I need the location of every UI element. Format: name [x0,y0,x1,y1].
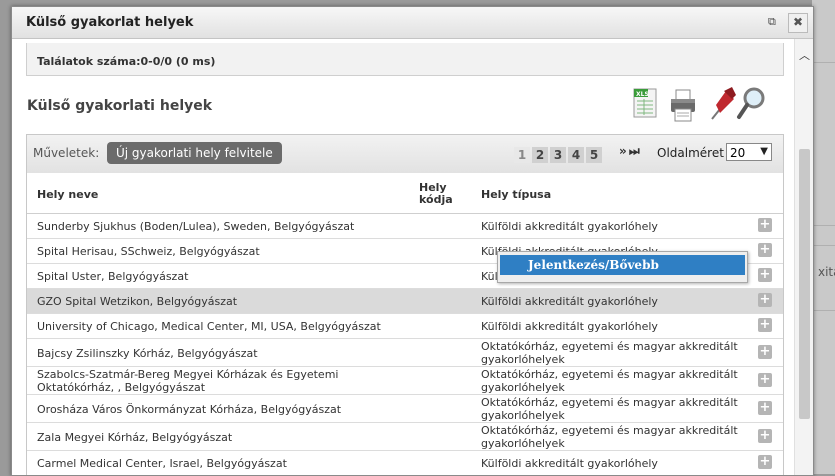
page-3-button[interactable]: 3 [550,147,566,163]
table-row[interactable]: Orosháza Város Önkormányzat Kórháza, Bel… [27,395,783,423]
header-name[interactable]: Hely neve [37,188,98,201]
excel-export-icon[interactable]: XLS [631,85,661,125]
cell-type: Oktatókórház, egyetemi és magyar akkredi… [481,340,738,366]
page-2-button[interactable]: 2 [532,147,548,163]
next-last-page-icon[interactable]: » ⏭ [619,144,640,159]
expand-icon[interactable]: + [758,268,772,282]
table-header: Hely neve Hely kódja Hely típusa [27,173,783,214]
cell-name: Spital Uster, Belgyógyászat [37,270,189,283]
grid-toolbar: Műveletek: Új gyakorlati hely felvitele … [27,135,783,174]
cell-name: Szabolcs-Szatmár-Bereg Megyei Kórházak é… [37,368,339,394]
cell-type: Külföldi akkreditált gyakorlóhely [481,457,658,470]
results-count: Találatok száma:0-0/0 (0 ms) [37,55,216,68]
cell-name: Orosháza Város Önkormányzat Kórháza, Bel… [37,403,342,416]
modal-scrollbar[interactable]: ︿ [794,39,813,475]
expand-icon[interactable]: + [758,401,772,415]
context-menu: Jelentkezés/Bővebb [497,251,748,283]
operations-label: Műveletek: [33,146,100,160]
cell-type: Külföldi akkreditált gyakorlóhely [481,220,658,233]
pager: 12345 [514,144,604,163]
cell-name: Sunderby Sjukhus (Boden/Lulea), Sweden, … [37,220,355,233]
expand-icon[interactable]: + [758,218,772,232]
expand-icon[interactable]: + [758,293,772,307]
page-size-label: Oldalméret [657,146,724,160]
magnifier-icon[interactable] [736,85,766,125]
cell-type: Oktatókórház, egyetemi és magyar akkredi… [481,368,738,394]
expand-icon[interactable]: + [758,345,772,359]
data-grid: Műveletek: Új gyakorlati hely felvitele … [26,134,784,475]
cell-name: Bajcsy Zsilinszky Kórház, Belgyógyászat [37,347,258,360]
chevron-down-icon: ▼ [760,146,768,157]
page-size-value: 20 [730,146,746,160]
modal-title: Külső gyakorlat helyek [26,15,194,30]
popout-icon[interactable]: ⧉ [768,15,776,29]
table-row[interactable]: Szabolcs-Szatmár-Bereg Megyei Kórházak é… [27,367,783,395]
cell-name: University of Chicago, Medical Center, M… [37,320,381,333]
printer-icon[interactable] [668,85,698,125]
pin-icon[interactable] [706,85,736,125]
page-size-select[interactable]: 20 ▼ [726,143,772,161]
background-text: xitá [818,265,835,279]
cell-name: Zala Megyei Kórház, Belgyógyászat [37,431,233,444]
cell-name: Spital Herisau, SSchweiz, Belgyógyászat [37,245,260,258]
table-row[interactable]: Sunderby Sjukhus (Boden/Lulea), Sweden, … [27,214,783,239]
table-row[interactable]: Carmel Medical Center, Israel, Belgyógyá… [27,451,783,475]
cell-type: Kül [481,270,498,283]
table-row[interactable]: University of Chicago, Medical Center, M… [27,314,783,339]
expand-icon[interactable]: + [758,429,772,443]
table-row[interactable]: Zala Megyei Kórház, Belgyógyászat Oktató… [27,423,783,451]
context-menu-apply-item[interactable]: Jelentkezés/Bővebb [500,255,745,275]
cell-type: Külföldi akkreditált gyakorlóhely [481,320,658,333]
expand-icon[interactable]: + [758,373,772,387]
page-4-button[interactable]: 4 [568,147,584,163]
cell-type: Oktatókórház, egyetemi és magyar akkredi… [481,396,738,422]
cell-type: Oktatókórház, egyetemi és magyar akkredi… [481,424,738,450]
header-type[interactable]: Hely típusa [481,188,551,201]
expand-icon[interactable]: + [758,318,772,332]
page-5-button[interactable]: 5 [586,147,602,163]
close-icon[interactable]: ✖ [788,13,808,33]
modal-header: Külső gyakorlat helyek ⧉ ✖ [12,7,813,39]
table-row-selected[interactable]: GZO Spital Wetzikon, Belgyógyászat Külfö… [27,289,783,314]
modal-dialog: Külső gyakorlat helyek ⧉ ✖ ︿ Találatok s… [11,6,814,476]
page-1-button[interactable]: 1 [514,147,530,163]
section-title: Külső gyakorlati helyek [27,98,213,114]
cell-type: Külföldi akkreditált gyakorlóhely [481,295,658,308]
header-code[interactable]: Hely kódja [419,182,459,206]
cell-name: Carmel Medical Center, Israel, Belgyógyá… [37,457,287,470]
expand-icon[interactable]: + [758,455,772,469]
scroll-up-icon[interactable]: ︿ [799,47,810,63]
svg-text:XLS: XLS [636,91,649,98]
results-box: Találatok száma:0-0/0 (0 ms) [26,43,784,76]
expand-icon[interactable]: + [758,243,772,257]
cell-name: GZO Spital Wetzikon, Belgyógyászat [37,295,238,308]
table-row[interactable]: Bajcsy Zsilinszky Kórház, Belgyógyászat … [27,339,783,367]
background-panel: xitá [812,0,835,474]
scroll-thumb[interactable] [799,149,810,419]
new-place-button[interactable]: Új gyakorlati hely felvitele [107,142,282,164]
